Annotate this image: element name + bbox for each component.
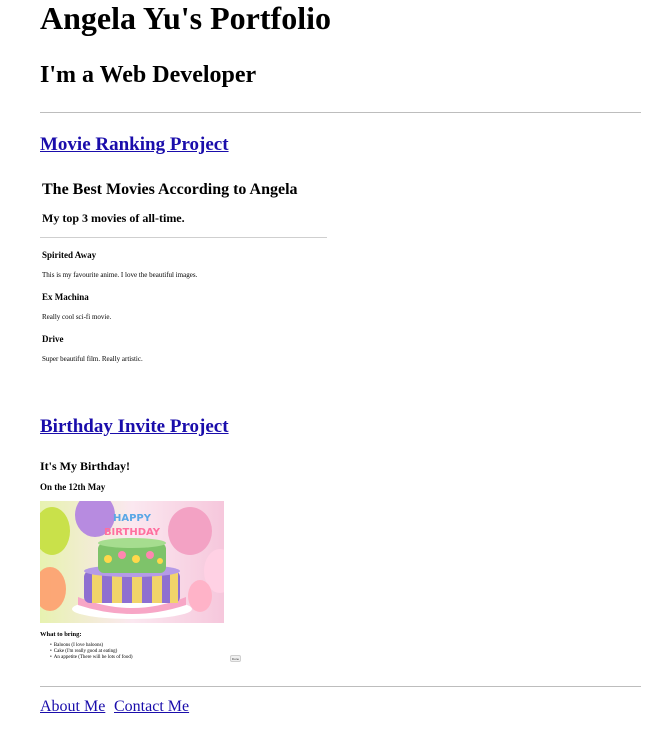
divider-top: [40, 112, 641, 113]
contact-me-link[interactable]: Contact Me: [114, 697, 189, 717]
bring-item: An appetite (There will be lots of food): [50, 655, 133, 661]
movie-title: Drive: [42, 334, 64, 344]
movie-heading: The Best Movies According to Angela: [42, 181, 298, 198]
birthday-project-frame: It's My Birthday! On the 12th May HAPPY …: [40, 455, 250, 675]
movie-project-link[interactable]: Movie Ranking Project: [40, 133, 229, 157]
svg-text:BIRTHDAY: BIRTHDAY: [104, 527, 161, 538]
page-subtitle: I'm a Web Developer: [40, 62, 257, 88]
birthday-heading: It's My Birthday!: [40, 459, 130, 473]
movie-description: Super beautiful film. Really artistic.: [42, 355, 143, 363]
svg-text:HAPPY: HAPPY: [113, 513, 152, 524]
birthday-cake-image: HAPPY BIRTHDAY: [40, 501, 224, 623]
bring-list: Baloons (I love baloons) Cake (I'm reall…: [50, 643, 133, 661]
page: Angela Yu's Portfolio I'm a Web Develope…: [0, 0, 649, 756]
bring-heading: What to bring:: [40, 631, 82, 638]
movie-description: Really cool sci-fi movie.: [42, 313, 112, 321]
divider-bottom: [40, 686, 641, 687]
done-button[interactable]: Done: [230, 655, 241, 662]
movie-divider: [40, 237, 327, 238]
birthday-date: On the 12th May: [40, 482, 106, 492]
movie-title: Ex Machina: [42, 292, 89, 302]
movie-project-frame: The Best Movies According to Angela My t…: [40, 170, 330, 380]
birthday-project-link[interactable]: Birthday Invite Project: [40, 415, 229, 439]
movie-subheading: My top 3 movies of all-time.: [42, 211, 185, 225]
movie-title: Spirited Away: [42, 250, 97, 260]
about-me-link[interactable]: About Me: [40, 697, 105, 717]
page-title: Angela Yu's Portfolio: [40, 0, 331, 36]
movie-description: This is my favourite anime. I love the b…: [42, 271, 198, 279]
